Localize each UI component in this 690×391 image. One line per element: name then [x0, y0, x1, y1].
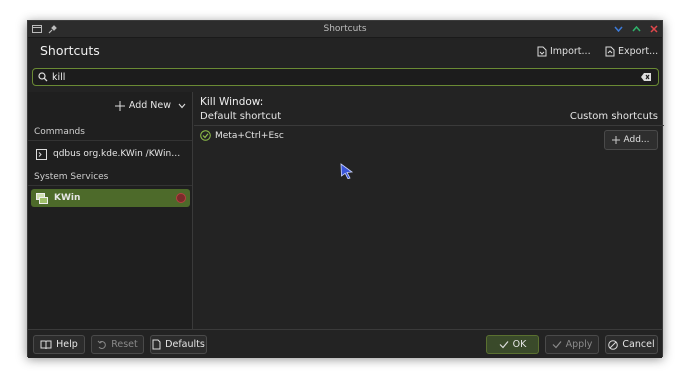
clear-search-icon[interactable] [640, 72, 652, 82]
add-custom-shortcut-button[interactable]: Add... [604, 130, 658, 150]
help-button[interactable]: Help [33, 335, 85, 354]
action-title: Kill Window: [200, 96, 264, 108]
divider [194, 125, 664, 126]
plus-icon [612, 136, 621, 144]
category-list: Add New Commands qdbus org.kde.KWin /KWi… [28, 92, 193, 329]
default-shortcut-header: Default shortcut [200, 111, 282, 122]
ok-label: OK [512, 339, 527, 350]
add-new-button[interactable]: Add New [114, 100, 186, 111]
default-shortcut-label: Meta+Ctrl+Esc [215, 130, 284, 141]
defaults-label: Defaults [165, 339, 205, 350]
button-bar: Help Reset Defaults OK Apply Cancel [28, 329, 662, 358]
defaults-button[interactable]: Defaults [150, 335, 207, 354]
kwin-icon [36, 192, 48, 204]
search-icon [35, 69, 51, 85]
command-label: qdbus org.kde.KWin /KWin kill... [53, 149, 181, 159]
check-icon [552, 341, 562, 349]
apply-label: Apply [565, 339, 593, 350]
apply-button[interactable]: Apply [545, 335, 599, 354]
ok-button[interactable]: OK [486, 335, 539, 354]
minimize-icon[interactable] [612, 23, 624, 35]
remove-icon[interactable] [176, 193, 186, 203]
cancel-icon [608, 339, 619, 350]
cancel-label: Cancel [622, 339, 655, 350]
document-icon [152, 339, 161, 350]
plus-icon [114, 100, 125, 111]
help-label: Help [56, 339, 78, 350]
page-title: Shortcuts [40, 43, 100, 58]
shortcuts-window: Shortcuts Shortcuts Import... Export... … [27, 20, 664, 358]
import-icon [537, 46, 547, 56]
help-icon [40, 340, 52, 349]
window-title: Shortcuts [323, 24, 367, 34]
list-item-kwin[interactable]: KWin [31, 189, 190, 207]
cancel-button[interactable]: Cancel [605, 335, 658, 354]
list-item-command[interactable]: qdbus org.kde.KWin /KWin kill... [31, 145, 190, 163]
header: Shortcuts Import... Export... [28, 38, 662, 65]
check-icon [499, 341, 509, 349]
export-label: Export... [618, 45, 659, 57]
import-button[interactable]: Import... [537, 44, 591, 58]
search-value: kill [52, 71, 66, 83]
undo-icon [97, 340, 107, 349]
export-button[interactable]: Export... [605, 44, 658, 58]
search-input[interactable]: kill [32, 68, 659, 86]
reset-label: Reset [111, 339, 138, 350]
custom-shortcuts-header: Custom shortcuts [569, 111, 658, 122]
chevron-down-icon [178, 103, 186, 108]
commands-section-header: Commands [28, 127, 192, 141]
maximize-icon[interactable] [630, 23, 642, 35]
close-icon[interactable] [648, 23, 660, 35]
import-label: Import... [550, 45, 591, 57]
mouse-cursor-icon [340, 163, 354, 179]
check-circle-icon [200, 130, 211, 141]
kwin-label: KWin [54, 193, 81, 203]
terminal-icon [36, 148, 47, 160]
export-icon [605, 46, 615, 56]
add-label: Add... [623, 135, 650, 145]
default-shortcut-checkbox[interactable]: Meta+Ctrl+Esc [200, 130, 284, 141]
shortcut-detail: Kill Window: Default shortcut Custom sho… [194, 92, 664, 329]
reset-button[interactable]: Reset [91, 335, 144, 354]
add-new-label: Add New [128, 100, 171, 111]
title-bar: Shortcuts [28, 21, 662, 38]
system-services-section-header: System Services [28, 172, 192, 186]
